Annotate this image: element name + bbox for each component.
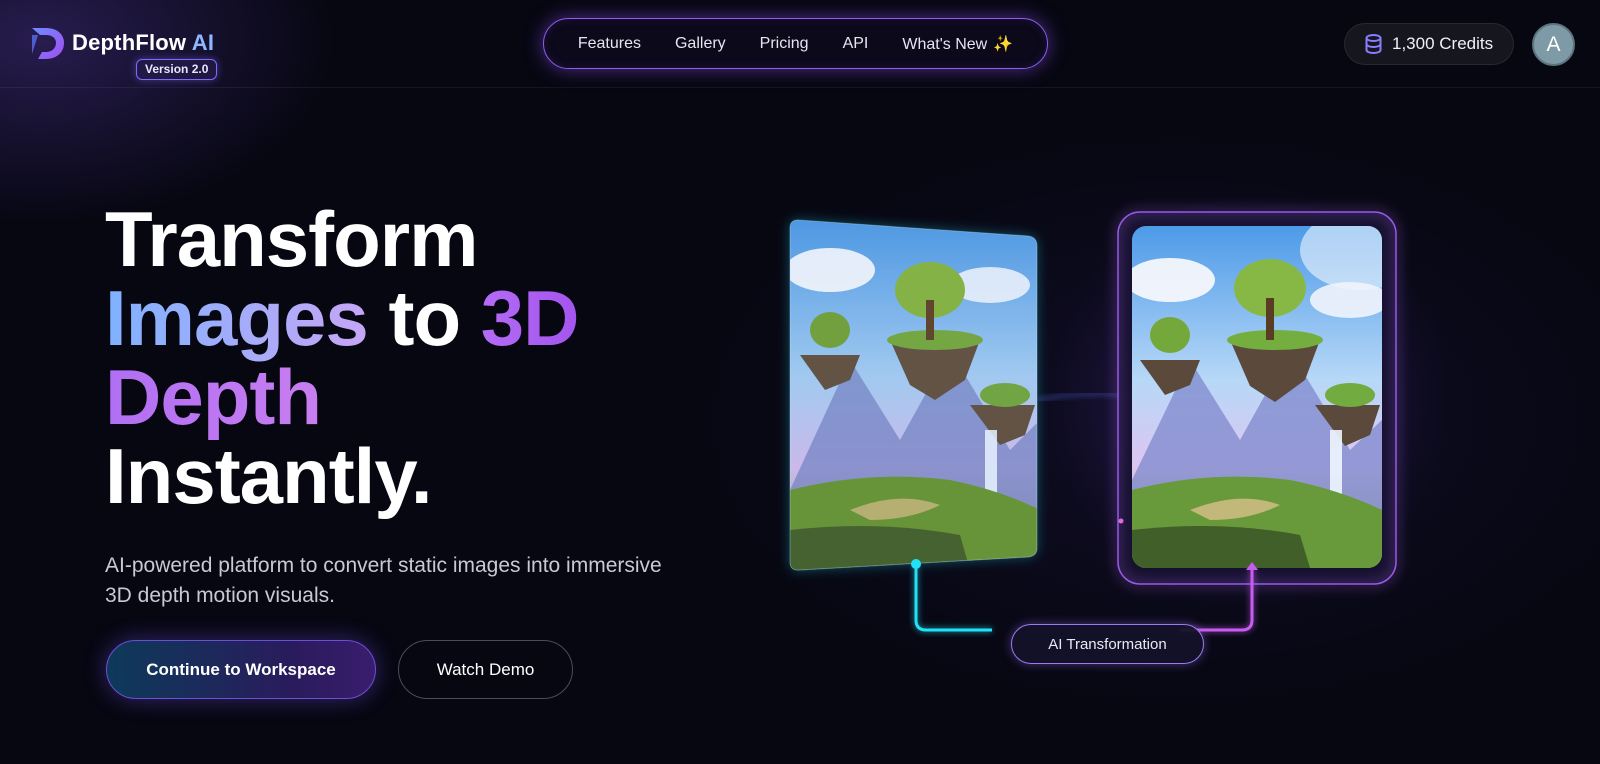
continue-to-workspace-button[interactable]: Continue to Workspace — [106, 640, 376, 699]
nav-whats-new-label: What's New — [902, 35, 988, 53]
headline-to: to — [367, 274, 481, 362]
nav-pricing[interactable]: Pricing — [743, 35, 826, 53]
top-header: DepthFlow AI Version 2.0 Features Galler… — [0, 0, 1600, 88]
user-avatar[interactable]: A — [1532, 23, 1575, 66]
nav-gallery[interactable]: Gallery — [658, 35, 743, 53]
watch-demo-button[interactable]: Watch Demo — [398, 640, 573, 699]
cyan-node — [911, 559, 921, 569]
hero-subtitle: AI-powered platform to convert static im… — [105, 554, 662, 607]
cyan-connector — [914, 564, 992, 632]
before-image-card — [789, 219, 1038, 571]
headline-3d: 3D — [480, 274, 580, 362]
brand-name: DepthFlow AI — [72, 30, 215, 55]
accent-dot — [1118, 518, 1124, 524]
nav-api[interactable]: API — [826, 35, 886, 53]
landing-page: DepthFlow AI Version 2.0 Features Galler… — [0, 0, 1600, 764]
main-nav: Features Gallery Pricing API What's New ✨ — [543, 18, 1048, 69]
credits-label: 1,300 Credits — [1392, 34, 1494, 53]
ai-transformation-label: AI Transformation — [1011, 624, 1204, 664]
nav-whats-new[interactable]: What's New ✨ — [885, 34, 1030, 54]
depthflow-logo-icon — [32, 28, 64, 59]
brand-logo[interactable]: DepthFlow AI Version 2.0 — [28, 22, 228, 82]
transformation-visual — [789, 190, 1450, 633]
headline-images: Images — [105, 274, 369, 362]
nav-features[interactable]: Features — [561, 35, 658, 53]
credits-badge[interactable]: 1,300 Credits — [1344, 23, 1514, 65]
headline-line-1: Transform — [105, 195, 478, 283]
sparkle-icon: ✨ — [993, 35, 1014, 53]
headline-depth: Depth — [105, 353, 322, 441]
headline-instantly: Instantly. — [105, 432, 433, 520]
version-badge: Version 2.0 — [136, 59, 218, 80]
database-icon — [1365, 34, 1382, 54]
hero-headline: Transform Images to 3D Depth Instantly. — [105, 200, 725, 516]
after-image-card — [1115, 209, 1399, 587]
